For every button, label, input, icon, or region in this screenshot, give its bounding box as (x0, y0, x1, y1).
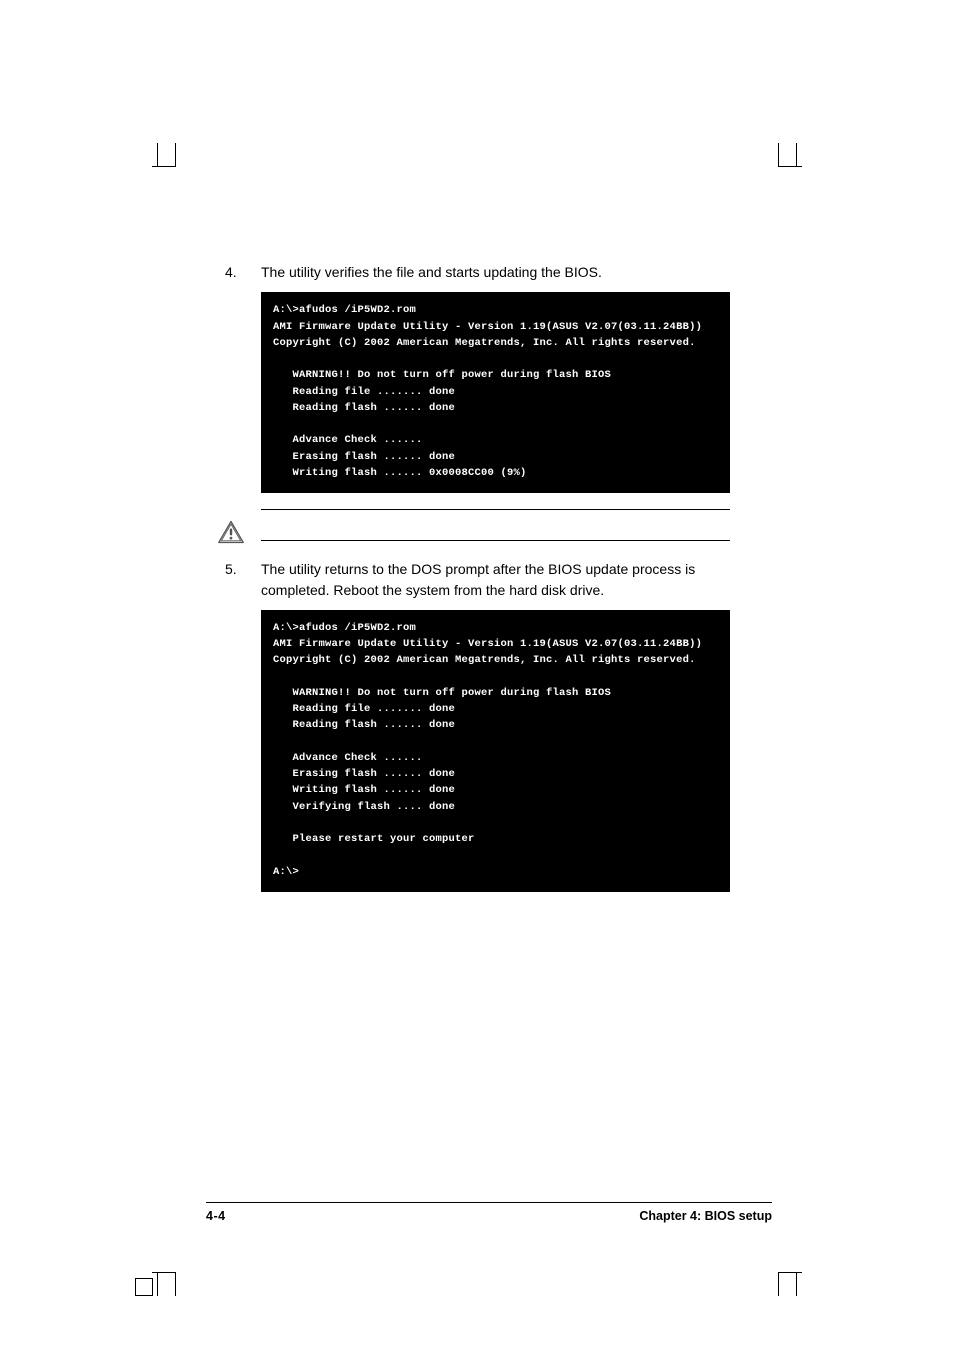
term-line: A:\>afudos /iP5WD2.rom (273, 622, 416, 634)
term-line: Erasing flash ...... done (273, 451, 455, 463)
crop-mark (135, 1278, 153, 1296)
caution-note (261, 509, 730, 541)
crop-mark (152, 1272, 176, 1273)
crop-mark (796, 1272, 797, 1296)
crop-mark (175, 143, 176, 167)
step-4: 4. The utility verifies the file and sta… (225, 262, 730, 282)
term-line: AMI Firmware Update Utility - Version 1.… (273, 321, 702, 333)
crop-mark (157, 1272, 158, 1296)
page-footer: 4-4 Chapter 4: BIOS setup (206, 1202, 772, 1223)
step-5: 5. The utility returns to the DOS prompt… (225, 559, 730, 600)
page-number: 4-4 (206, 1209, 226, 1223)
crop-mark (157, 143, 158, 167)
page-content: 4. The utility verifies the file and sta… (225, 262, 730, 908)
term-line: Advance Check ...... (273, 752, 423, 764)
crop-mark (778, 166, 802, 167)
step-text: The utility returns to the DOS prompt af… (261, 559, 730, 600)
step-number: 5. (225, 559, 261, 600)
crop-mark (778, 143, 779, 167)
crop-mark (152, 166, 176, 167)
term-line: Erasing flash ...... done (273, 768, 455, 780)
chapter-title: Chapter 4: BIOS setup (639, 1209, 772, 1223)
term-line: Writing flash ...... 0x0008CC00 (9%) (273, 467, 527, 479)
term-line: WARNING!! Do not turn off power during f… (273, 687, 611, 699)
term-line: Verifying flash .... done (273, 801, 455, 813)
crop-mark (778, 1272, 779, 1296)
crop-mark (778, 1272, 802, 1273)
term-line: Copyright (C) 2002 American Megatrends, … (273, 337, 696, 349)
terminal-output-2: A:\>afudos /iP5WD2.rom AMI Firmware Upda… (261, 610, 730, 892)
term-line: Please restart your computer (273, 833, 475, 845)
term-line: AMI Firmware Update Utility - Version 1.… (273, 638, 702, 650)
term-line: A:\>afudos /iP5WD2.rom (273, 304, 416, 316)
term-line: A:\> (273, 866, 299, 878)
terminal-output-1: A:\>afudos /iP5WD2.rom AMI Firmware Upda… (261, 292, 730, 493)
caution-icon (217, 519, 245, 545)
term-line: Reading file ....... done (273, 386, 455, 398)
term-line: Reading file ....... done (273, 703, 455, 715)
crop-mark (796, 143, 797, 167)
horizontal-rule (261, 540, 730, 541)
term-line: Copyright (C) 2002 American Megatrends, … (273, 654, 696, 666)
term-line: Reading flash ...... done (273, 719, 455, 731)
term-line: Writing flash ...... done (273, 784, 455, 796)
crop-mark (175, 1272, 176, 1296)
term-line: Advance Check ...... (273, 434, 423, 446)
term-line: WARNING!! Do not turn off power during f… (273, 369, 611, 381)
term-line: Reading flash ...... done (273, 402, 455, 414)
step-number: 4. (225, 262, 261, 282)
step-text: The utility verifies the file and starts… (261, 262, 730, 282)
